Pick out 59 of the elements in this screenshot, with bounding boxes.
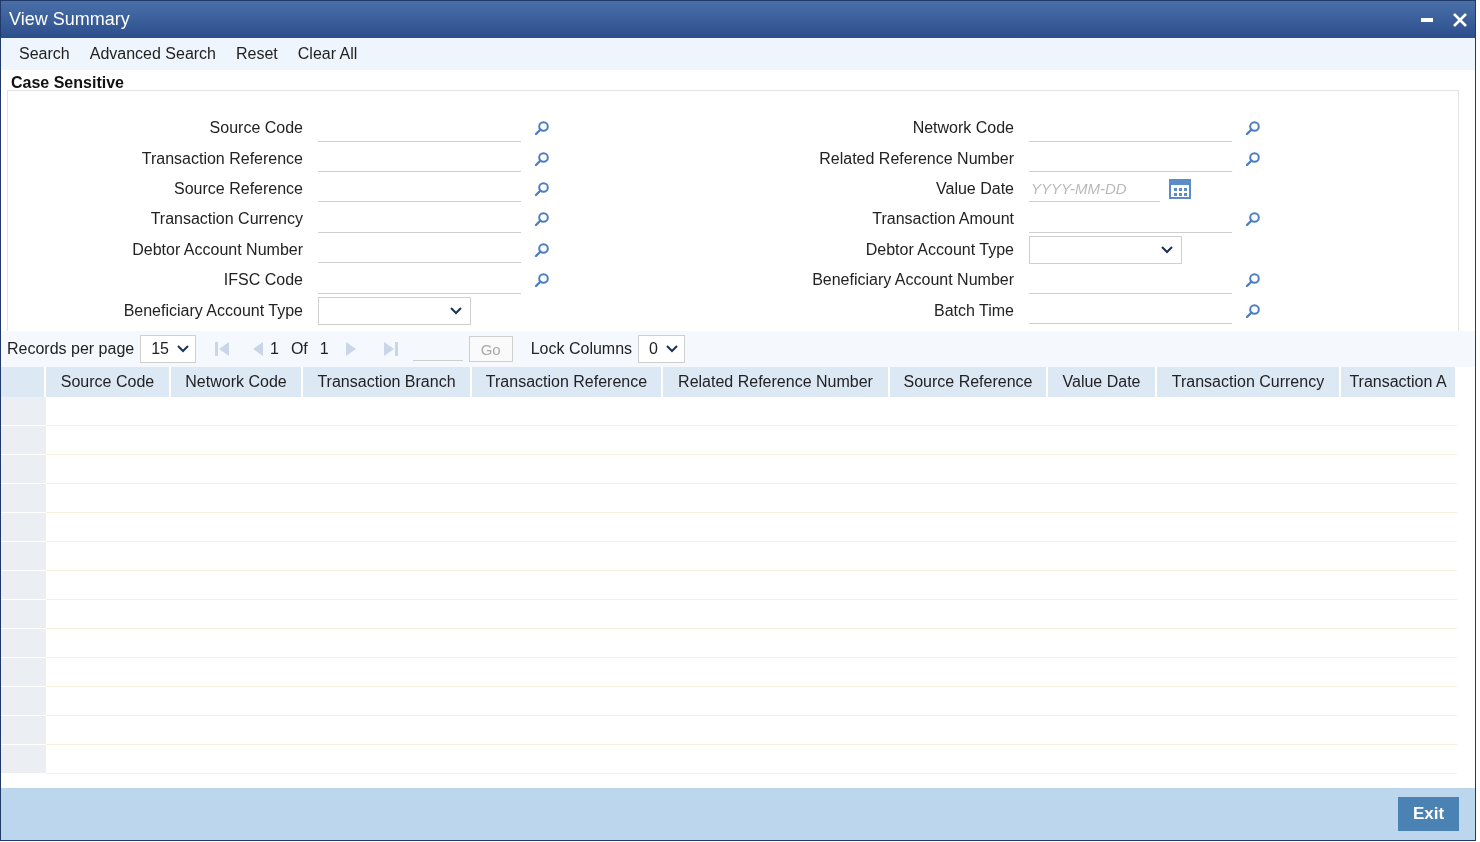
last-page-icon[interactable] (382, 341, 399, 357)
records-label: Records per page (7, 340, 135, 358)
field-label: Transaction Currency (149, 210, 304, 229)
search-icon[interactable] (1245, 272, 1261, 289)
window-title: View Summary (9, 9, 130, 30)
chevron-down-icon (1161, 245, 1173, 254)
calendar-icon[interactable] (1169, 178, 1191, 199)
menu-item[interactable]: Clear All (287, 40, 368, 68)
field-label: Debtor Account Type (864, 240, 1015, 259)
field-label: Value Date (935, 179, 1015, 198)
lock-columns-label: Lock Columns (530, 340, 633, 358)
field-label: Batch Time (932, 301, 1015, 320)
select-field[interactable] (318, 296, 471, 325)
minimize-icon[interactable] (1421, 17, 1433, 22)
menu-item[interactable]: Reset (226, 40, 288, 68)
page-total: 1 (319, 340, 329, 358)
menu-item[interactable]: Advanced Search (79, 40, 226, 68)
exit-button[interactable]: Exit (1398, 797, 1459, 831)
column-header[interactable]: Transaction Currency (1157, 367, 1341, 397)
search-icon[interactable] (534, 180, 550, 197)
search-icon[interactable] (534, 150, 550, 167)
column-header[interactable]: Transaction A (1341, 367, 1457, 397)
column-header[interactable]: Transaction Reference (472, 367, 663, 397)
search-icon[interactable] (1245, 302, 1261, 319)
search-icon[interactable] (534, 272, 550, 289)
lock-columns-select[interactable]: 0 (638, 335, 685, 363)
menu-item[interactable]: Search (9, 40, 80, 68)
field-label: IFSC Code (222, 271, 304, 290)
search-icon[interactable] (534, 211, 550, 228)
field-label: Source Reference (173, 179, 304, 198)
column-header[interactable]: Source Code (46, 367, 171, 397)
search-icon[interactable] (1245, 150, 1261, 167)
column-header[interactable]: Network Code (171, 367, 303, 397)
field-label: Beneficiary Account Type (122, 301, 304, 320)
chevron-down-icon (450, 306, 462, 315)
search-icon[interactable] (1245, 120, 1261, 137)
field-label: Beneficiary Account Number (811, 271, 1015, 290)
column-header[interactable]: Transaction Branch (303, 367, 472, 397)
close-icon[interactable] (1453, 12, 1467, 27)
field-label: Related Reference Number (818, 149, 1015, 168)
field-label: Transaction Reference (140, 149, 304, 168)
field-label: Source Code (208, 119, 304, 138)
chevron-down-icon (177, 345, 189, 353)
page-number: 1 (270, 340, 279, 358)
first-page-icon[interactable] (214, 341, 230, 357)
field-label: Transaction Amount (871, 210, 1015, 229)
column-header[interactable]: Value Date (1048, 367, 1157, 397)
column-header[interactable]: Related Reference Number (663, 367, 890, 397)
search-icon[interactable] (1245, 211, 1261, 228)
chevron-down-icon (665, 345, 678, 353)
field-label: Debtor Account Number (131, 240, 304, 259)
select-field[interactable] (1029, 235, 1182, 264)
section-title: Case Sensitive (10, 74, 125, 90)
field-label: Network Code (911, 119, 1015, 138)
search-icon[interactable] (534, 241, 550, 258)
records-select[interactable]: 15 (140, 335, 196, 363)
search-icon[interactable] (534, 120, 550, 137)
of-label: Of (290, 340, 308, 358)
column-header[interactable]: Source Reference (890, 367, 1048, 397)
